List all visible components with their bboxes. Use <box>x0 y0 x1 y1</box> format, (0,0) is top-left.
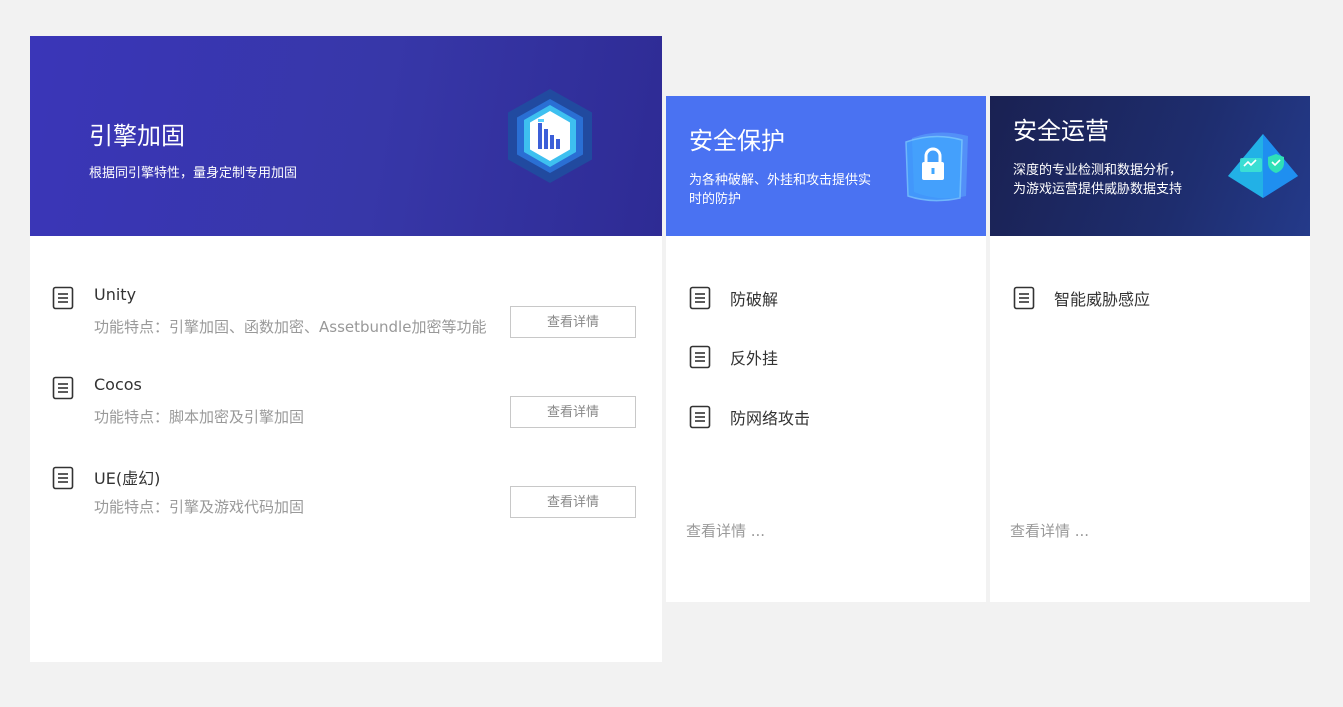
protect-item-label: 防网络攻击 <box>730 409 811 428</box>
ops-card-description: 深度的专业检测和数据分析，为游戏运营提供威胁数据支持 <box>1013 163 1183 197</box>
document-icon <box>52 376 74 400</box>
ops-card-header: 安全运营 深度的专业检测和数据分析，为游戏运营提供威胁数据支持 <box>990 96 1310 236</box>
ops-view-details-link[interactable]: 查看详情 ... <box>1010 520 1089 541</box>
protect-item-anti-cheat: 反外挂 <box>666 345 986 375</box>
protect-card-title: 安全保护 <box>689 127 785 155</box>
hexagon-chart-icon <box>508 89 592 183</box>
document-icon <box>689 405 711 429</box>
engine-item-name: Cocos <box>94 375 142 394</box>
view-details-button[interactable]: 查看详情 <box>510 396 636 428</box>
document-icon <box>689 345 711 369</box>
ops-card-title: 安全运营 <box>1013 117 1109 145</box>
ops-item-label: 智能威胁感应 <box>1054 290 1151 309</box>
ops-item-threat-sensing: 智能威胁感应 <box>990 286 1310 316</box>
protect-card-header: 安全保护 为各种破解、外挂和攻击提供实时的防护 <box>666 96 986 236</box>
document-icon <box>1013 286 1035 310</box>
document-icon <box>52 466 74 490</box>
document-icon <box>52 286 74 310</box>
view-details-button[interactable]: 查看详情 <box>510 306 636 338</box>
security-protection-card: 安全保护 为各种破解、外挂和攻击提供实时的防护 防破解 反外挂 防网络攻击 查看… <box>666 96 986 602</box>
engine-card-description: 根据同引擎特性，量身定制专用加固 <box>89 166 298 181</box>
protect-item-anti-network-attack: 防网络攻击 <box>666 405 986 435</box>
view-details-button[interactable]: 查看详情 <box>510 486 636 518</box>
engine-item-feature: 功能特点：引擎加固、函数加密、Assetbundle加密等功能 <box>94 318 487 336</box>
engine-item-cocos: Cocos 功能特点：脚本加密及引擎加固 查看详情 <box>30 375 662 436</box>
engine-card-header: 引擎加固 根据同引擎特性，量身定制专用加固 <box>30 36 662 236</box>
engine-item-name: UE(虚幻) <box>94 469 161 488</box>
engine-card-title: 引擎加固 <box>89 122 185 150</box>
protect-card-description: 为各种破解、外挂和攻击提供实时的防护 <box>689 173 872 207</box>
prism-shield-icon <box>1228 134 1298 198</box>
protect-view-details-link[interactable]: 查看详情 ... <box>686 520 765 541</box>
security-operations-card: 安全运营 深度的专业检测和数据分析，为游戏运营提供威胁数据支持 智能威胁感应 查… <box>990 96 1310 602</box>
engine-hardening-card: 引擎加固 根据同引擎特性，量身定制专用加固 Unity 功能特点：引擎加固、函数… <box>30 36 662 662</box>
protect-item-label: 防破解 <box>730 290 779 309</box>
protect-item-anti-crack: 防破解 <box>666 286 986 316</box>
engine-item-unity: Unity 功能特点：引擎加固、函数加密、Assetbundle加密等功能 查看… <box>30 285 662 346</box>
engine-item-feature: 功能特点：脚本加密及引擎加固 <box>94 408 305 426</box>
engine-item-ue: UE(虚幻) 功能特点：引擎及游戏代码加固 查看详情 <box>30 466 662 526</box>
protect-item-label: 反外挂 <box>730 349 779 368</box>
document-icon <box>689 286 711 310</box>
engine-item-feature: 功能特点：引擎及游戏代码加固 <box>94 498 305 516</box>
lock-icon <box>905 132 968 202</box>
engine-item-name: Unity <box>94 285 137 304</box>
